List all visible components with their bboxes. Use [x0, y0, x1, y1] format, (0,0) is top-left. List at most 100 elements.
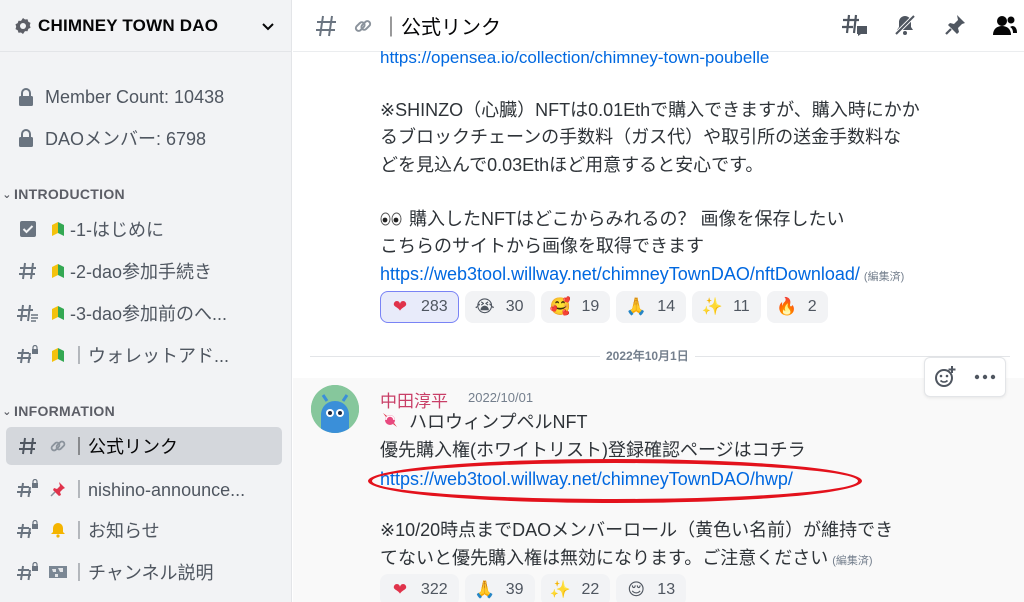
heart-emoji-icon: ❤	[392, 297, 408, 316]
beginner-leaf-icon	[48, 304, 68, 322]
channel-label: ｜お知らせ	[70, 521, 160, 541]
question-text: 購入したNFTはどこからみれるの？ 画像を保存したい	[409, 209, 845, 229]
hashtag-icon	[313, 13, 339, 39]
reaction-heart[interactable]: ❤ 322	[380, 574, 459, 602]
chevron-down-icon[interactable]	[259, 17, 277, 35]
reaction-sparkles[interactable]: ✨ 22	[540, 574, 611, 602]
message-link-line: https://web3tool.willway.net/chimneyTown…	[380, 261, 904, 290]
message-text-line: てないと優先購入権は無効になります。ご注意ください (編集済)	[380, 545, 873, 574]
beginner-leaf-icon	[48, 346, 68, 364]
locked-hashtag-icon	[16, 560, 40, 584]
reaction-sob[interactable]: 😭 30	[464, 291, 535, 323]
hwp-link[interactable]: https://web3tool.willway.net/chimneyTown…	[380, 469, 793, 489]
reaction-count: 322	[421, 581, 448, 598]
link-icon	[48, 437, 68, 455]
lock-icon	[16, 87, 36, 107]
pin-icon[interactable]	[942, 12, 968, 38]
category-label: INTRODUCTION	[14, 186, 125, 202]
message-text-line: どを見込んで0.03Ethほど用意すると安心です。	[380, 155, 764, 175]
smiling-hearts-emoji-icon: 🥰	[549, 297, 572, 316]
message-timestamp: 2022/10/01	[468, 390, 534, 405]
reaction-count: 19	[581, 298, 600, 315]
checkbox-channel-icon	[16, 217, 40, 241]
category-introduction[interactable]: ⌄ INTRODUCTION	[0, 185, 125, 203]
threads-icon[interactable]	[842, 12, 868, 38]
eyes-emoji-icon	[380, 207, 404, 233]
stat-member-count[interactable]: Member Count: 10438	[16, 83, 224, 111]
reaction-heart[interactable]: ❤ 283	[380, 291, 459, 323]
locked-hashtag-icon	[16, 518, 40, 542]
stat-dao-members[interactable]: DAOメンバー: 6798	[16, 124, 206, 152]
sparkles-emoji-icon: ✨	[701, 297, 723, 316]
message-actions-toolbar	[924, 357, 1006, 397]
candy-emoji-icon	[380, 410, 404, 437]
beginner-leaf-icon	[48, 262, 68, 280]
channel-label: -1-はじめに	[70, 220, 164, 240]
channel-label: ｜nishino-announce...	[70, 480, 246, 500]
add-reaction-icon[interactable]	[932, 364, 958, 390]
message-text-line: ※SHINZO（心臓）NFTは0.01Ethで購入できますが、購入時にかか	[380, 100, 920, 120]
beginner-leaf-icon	[48, 220, 68, 238]
link-icon	[353, 16, 373, 36]
channel-item-channel-guide[interactable]: ｜チャンネル説明	[6, 553, 282, 591]
channel-label: -3-dao参加前のへ...	[70, 304, 228, 324]
relieved-emoji-icon: 😌	[627, 580, 646, 599]
server-badge-icon	[14, 17, 32, 35]
edited-label: (編集済)	[832, 555, 873, 567]
reaction-bar: ❤ 283 😭 30 🥰 19 🙏 14 ✨ 11 🔥 2	[380, 291, 828, 323]
reaction-count: 30	[505, 298, 524, 315]
header-toolbar	[842, 12, 1018, 38]
channel-title: ｜公式リンク	[381, 17, 501, 39]
stat-label: DAOメンバー: 6798	[45, 129, 207, 149]
more-options-icon[interactable]	[972, 364, 998, 390]
link-text[interactable]: https://opensea.io/collection/chimney-to…	[380, 48, 769, 67]
reaction-count: 283	[421, 298, 448, 315]
pushpin-icon	[48, 481, 68, 497]
message-text-line: るブロックチェーンの手数料（ガス代）や取引所の送金手数料な	[380, 127, 902, 147]
message-text-line: ハロウィンプペルNFT	[380, 409, 587, 437]
category-label: INFORMATION	[14, 403, 116, 419]
reaction-relieved[interactable]: 😌 13	[616, 574, 687, 602]
nft-download-link[interactable]: https://web3tool.willway.net/chimneyTown…	[380, 264, 860, 284]
reaction-bar: ❤ 322 🙏 39 ✨ 22 😌 13	[380, 574, 687, 602]
bell-icon	[48, 522, 68, 538]
reaction-sparkles[interactable]: ✨ 11	[692, 291, 761, 323]
message-text-line: 優先購入権(ホワイトリスト)登録確認ページはコチラ	[380, 440, 806, 460]
reaction-fire[interactable]: 🔥 2	[766, 291, 828, 323]
date-divider-label: 2022年10月1日	[600, 347, 695, 364]
channel-label: ｜ウォレットアド...	[70, 346, 230, 366]
stat-label: Member Count: 10438	[45, 86, 225, 107]
server-header[interactable]: CHIMNEY TOWN DAO	[0, 0, 291, 52]
message-line: てないと優先購入権は無効になります。ご注意ください	[380, 548, 829, 568]
channel-item-official-links[interactable]: ｜公式リンク	[6, 427, 282, 465]
channel-item-dao-sanka[interactable]: -2-dao参加手続き	[6, 252, 282, 290]
lock-icon	[16, 128, 36, 148]
channel-item-oshirase[interactable]: ｜お知らせ	[6, 511, 282, 549]
channel-label: ｜チャンネル説明	[70, 563, 214, 583]
category-information[interactable]: ⌄ INFORMATION	[0, 402, 115, 420]
channel-item-wallet[interactable]: ｜ウォレットアド...	[6, 336, 282, 374]
channel-sidebar: CHIMNEY TOWN DAO Member Count: 10438 DAO…	[0, 0, 292, 602]
sparkles-emoji-icon: ✨	[549, 580, 572, 599]
reaction-count: 11	[733, 298, 750, 315]
member-list-icon[interactable]	[992, 12, 1018, 38]
message-text-line: ※10/20時点までDAOメンバーロール（黄色い名前）が維持でき	[380, 520, 894, 540]
channel-item-hajimeni[interactable]: -1-はじめに	[6, 210, 282, 248]
channel-item-dao-sanka-mae[interactable]: -3-dao参加前のへ...	[6, 294, 282, 332]
notification-muted-icon[interactable]	[892, 12, 918, 38]
fire-emoji-icon: 🔥	[776, 297, 798, 316]
heart-emoji-icon: ❤	[392, 580, 408, 599]
avatar[interactable]	[311, 385, 359, 433]
reaction-count: 39	[505, 581, 524, 598]
channel-item-nishino-announce[interactable]: ｜nishino-announce...	[6, 470, 282, 508]
server-name: CHIMNEY TOWN DAO	[38, 15, 219, 35]
message-text-line: こちらのサイトから画像を取得できます	[380, 236, 704, 256]
message-link-partial[interactable]: https://opensea.io/collection/chimney-to…	[380, 48, 769, 68]
reaction-pray[interactable]: 🙏 39	[464, 574, 535, 602]
world-map-icon	[48, 565, 68, 579]
reaction-pray[interactable]: 🙏 14	[616, 291, 687, 323]
channel-header: ｜公式リンク	[293, 0, 1024, 52]
reaction-smiling-hearts[interactable]: 🥰 19	[540, 291, 611, 323]
locked-hashtag-icon	[16, 477, 40, 501]
reaction-count: 13	[657, 581, 676, 598]
